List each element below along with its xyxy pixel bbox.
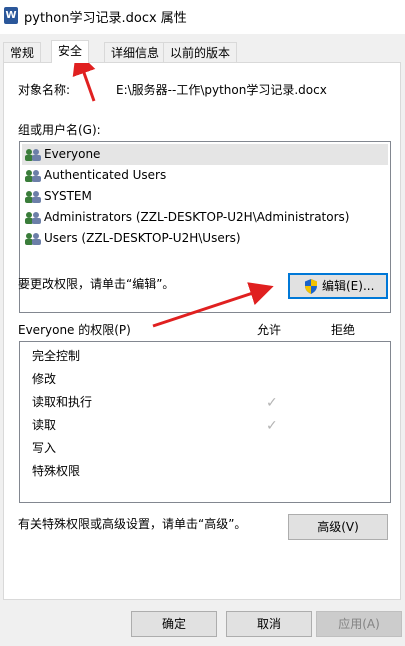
deny-column-header: 拒绝 — [331, 323, 356, 337]
group-users-label: 组或用户名(G): — [18, 123, 101, 137]
permissions-header: Everyone 的权限(P) — [18, 323, 131, 337]
list-item[interactable]: Everyone — [22, 144, 388, 165]
permission-row: 特殊权限 — [32, 464, 81, 478]
ok-button[interactable]: 确定 — [131, 611, 217, 637]
list-item[interactable]: Authenticated Users — [22, 165, 388, 186]
cancel-button[interactable]: 取消 — [226, 611, 312, 637]
permissions-list: 完全控制 修改 读取和执行 读取 写入 特殊权限 ✓ ✓ — [19, 341, 391, 503]
security-panel: 对象名称: E:\服务器--工作\python学习记录.docx 组或用户名(G… — [3, 62, 401, 600]
change-permissions-hint: 要更改权限，请单击“编辑”。 — [18, 277, 175, 291]
list-item[interactable]: SYSTEM — [22, 186, 388, 207]
user-name: Users (ZZL-DESKTOP-U2H\Users) — [44, 231, 241, 245]
window-title: python学习记录.docx 属性 — [24, 11, 187, 26]
word-doc-icon: W — [4, 7, 18, 24]
allow-check-icon: ✓ — [266, 395, 278, 411]
users-group-icon — [25, 233, 41, 245]
user-name: Everyone — [44, 147, 101, 161]
permission-row: 写入 — [32, 441, 57, 455]
apply-button[interactable]: 应用(A) — [316, 611, 402, 637]
advanced-hint: 有关特殊权限或高级设置，请单击“高级”。 — [18, 517, 247, 531]
users-group-icon — [25, 212, 41, 224]
tab-details[interactable]: 详细信息 — [104, 42, 167, 62]
list-item[interactable]: Administrators (ZZL-DESKTOP-U2H\Administ… — [22, 207, 388, 228]
tab-security[interactable]: 安全 — [51, 40, 90, 63]
tab-previous-versions[interactable]: 以前的版本 — [163, 42, 238, 62]
permission-row: 完全控制 — [32, 349, 81, 363]
users-group-icon — [25, 170, 41, 182]
title-bar: W python学习记录.docx 属性 — [0, 0, 405, 34]
edit-button[interactable]: 编辑(E)... — [288, 273, 388, 299]
user-name: Administrators (ZZL-DESKTOP-U2H\Administ… — [44, 210, 350, 224]
tab-strip: 常规 安全 详细信息 以前的版本 — [3, 40, 403, 63]
dialog-footer: 确定 取消 应用(A) — [0, 600, 405, 646]
user-name: Authenticated Users — [44, 168, 167, 182]
allow-check-icon: ✓ — [266, 418, 278, 434]
permission-row: 修改 — [32, 372, 57, 386]
users-group-icon — [25, 149, 41, 161]
uac-shield-icon — [305, 279, 317, 294]
permission-row: 读取和执行 — [32, 395, 93, 409]
user-name: SYSTEM — [44, 189, 92, 203]
list-item[interactable]: Users (ZZL-DESKTOP-U2H\Users) — [22, 228, 388, 249]
allow-column-header: 允许 — [257, 323, 282, 337]
edit-button-label: 编辑(E)... — [322, 279, 375, 293]
users-group-icon — [25, 191, 41, 203]
tab-general[interactable]: 常规 — [3, 42, 42, 62]
advanced-button[interactable]: 高级(V) — [288, 514, 388, 540]
permission-row: 读取 — [32, 418, 57, 432]
object-name-value: E:\服务器--工作\python学习记录.docx — [116, 83, 327, 97]
object-name-label: 对象名称: — [18, 83, 71, 97]
